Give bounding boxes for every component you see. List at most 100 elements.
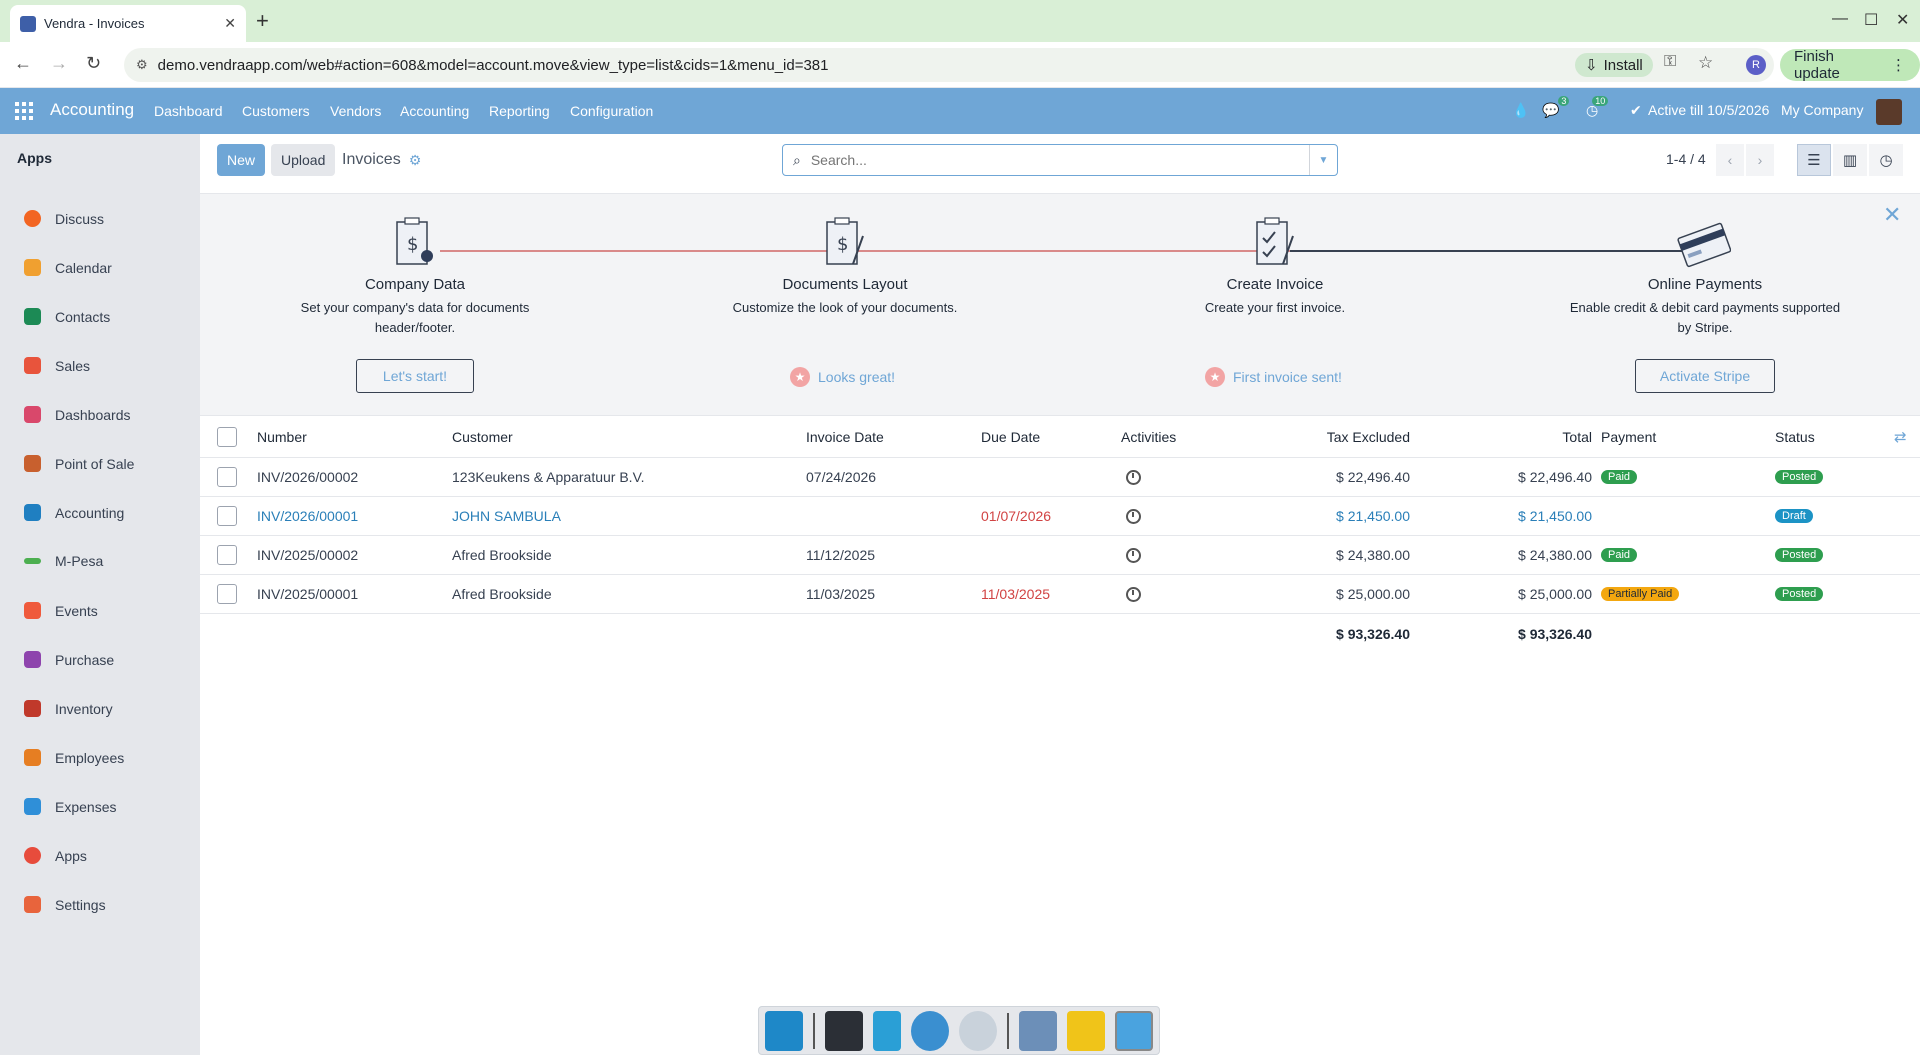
sidebar-item-label: Dashboards xyxy=(55,406,131,423)
first-invoice-sent-link[interactable]: ★ First invoice sent! xyxy=(1205,367,1342,387)
select-all-checkbox[interactable] xyxy=(217,426,237,447)
close-window-icon[interactable]: ✕ xyxy=(1896,10,1909,30)
activate-stripe-button[interactable]: Activate Stripe xyxy=(1635,359,1775,393)
back-icon[interactable]: ← xyxy=(14,53,32,74)
looks-great-link[interactable]: ★ Looks great! xyxy=(790,367,895,387)
table-row[interactable]: INV/2026/00002 123Keukens & Apparatuur B… xyxy=(200,458,1920,497)
droplet-icon[interactable]: 💧 xyxy=(1512,102,1529,119)
desktop-app-icon[interactable] xyxy=(765,1010,803,1051)
bookmark-star-icon[interactable]: ☆ xyxy=(1698,53,1713,73)
table-row[interactable]: INV/2026/00001 JOHN SAMBULA 01/07/2026 $… xyxy=(200,497,1920,536)
browser-tab[interactable]: Vendra - Invoices ✕ xyxy=(10,5,246,42)
forward-icon[interactable]: → xyxy=(50,53,68,74)
payment-badge: Paid xyxy=(1601,470,1638,484)
site-info-icon[interactable]: ⚙ xyxy=(136,57,148,73)
row-checkbox[interactable] xyxy=(217,506,237,526)
column-tax-excluded[interactable]: Tax Excluded xyxy=(1280,416,1410,457)
tax-excluded: $ 22,496.40 xyxy=(1336,469,1410,485)
sidebar-item-label: Employees xyxy=(55,749,125,766)
menu-dashboard[interactable]: Dashboard xyxy=(154,103,223,119)
invoice-number: INV/2026/00002 xyxy=(257,469,359,485)
sidebar-item-employees[interactable]: Employees xyxy=(24,749,124,766)
key-icon[interactable]: ⚿ xyxy=(1664,53,1676,71)
optional-columns-icon[interactable]: ⇄ xyxy=(1894,416,1907,457)
column-activities[interactable]: Activities xyxy=(1121,416,1176,457)
sidebar-item-events[interactable]: Events xyxy=(24,602,98,619)
sidebar-item-m-pesa[interactable]: M-Pesa xyxy=(24,553,103,569)
user-avatar[interactable] xyxy=(1876,99,1902,125)
new-button[interactable]: New xyxy=(217,144,266,176)
kanban-view-icon[interactable]: ▥ xyxy=(1833,144,1867,176)
upload-button[interactable]: Upload xyxy=(271,144,336,176)
company-switcher[interactable]: My Company xyxy=(1781,102,1863,118)
pager-previous-icon[interactable]: ‹ xyxy=(1716,144,1744,176)
sidebar-item-calendar[interactable]: Calendar xyxy=(24,259,112,276)
sidebar-item-settings[interactable]: Settings xyxy=(24,896,106,913)
sidebar-item-sales[interactable]: Sales xyxy=(24,357,90,374)
reload-icon[interactable]: ↻ xyxy=(86,53,101,74)
activity-clock-icon[interactable] xyxy=(1126,508,1141,524)
menu-vendors[interactable]: Vendors xyxy=(330,103,381,119)
magnifier-icon[interactable] xyxy=(959,1010,998,1051)
app-brand[interactable]: Accounting xyxy=(50,100,134,120)
terminal-icon[interactable] xyxy=(824,1010,863,1051)
lets-start-button[interactable]: Let's start! xyxy=(356,359,474,393)
sidebar-item-accounting[interactable]: Accounting xyxy=(24,504,124,521)
chat-badge: 3 xyxy=(1558,96,1570,106)
search-input[interactable] xyxy=(810,152,1291,168)
yellow-folder-icon[interactable] xyxy=(1066,1010,1105,1051)
install-button[interactable]: ⇩ Install xyxy=(1575,53,1653,77)
row-checkbox[interactable] xyxy=(217,467,237,487)
app-menu-grid-icon[interactable] xyxy=(15,102,33,120)
table-row[interactable]: INV/2025/00002 Afred Brookside 11/12/202… xyxy=(200,536,1920,575)
column-due-date[interactable]: Due Date xyxy=(981,416,1040,457)
activity-clock-icon[interactable] xyxy=(1126,547,1141,563)
pager-next-icon[interactable]: › xyxy=(1746,144,1774,176)
activity-clock-icon[interactable] xyxy=(1126,586,1141,602)
sidebar-item-point-of-sale[interactable]: Point of Sale xyxy=(24,455,134,472)
menu-customers[interactable]: Customers xyxy=(242,103,310,119)
sidebar-item-contacts[interactable]: Contacts xyxy=(24,308,110,325)
sidebar-item-expenses[interactable]: Expenses xyxy=(24,798,116,815)
list-view-icon[interactable]: ☰ xyxy=(1797,144,1831,176)
row-checkbox[interactable] xyxy=(217,545,237,565)
table-row[interactable]: INV/2025/00001 Afred Brookside 11/03/202… xyxy=(200,575,1920,614)
menu-accounting[interactable]: Accounting xyxy=(400,103,469,119)
new-tab-icon[interactable]: + xyxy=(256,8,269,34)
gear-icon[interactable]: ⚙ xyxy=(409,152,422,169)
profile-avatar[interactable]: R xyxy=(1746,55,1766,75)
close-onboarding-icon[interactable]: ✕ xyxy=(1883,202,1901,228)
close-tab-icon[interactable]: ✕ xyxy=(224,15,236,32)
finish-update-button[interactable]: Finish update ⋮ xyxy=(1780,48,1920,82)
table-header: Number Customer Invoice Date Due Date Ac… xyxy=(200,416,1920,458)
row-checkbox[interactable] xyxy=(217,584,237,604)
menu-configuration[interactable]: Configuration xyxy=(570,103,653,119)
chat-icon[interactable]: 💬 3 xyxy=(1542,96,1570,119)
browser-globe-icon[interactable] xyxy=(911,1010,950,1051)
sidebar-item-dashboards[interactable]: Dashboards xyxy=(24,406,131,423)
sidebar-item-discuss[interactable]: Discuss xyxy=(24,210,104,227)
remote-desktop-icon[interactable] xyxy=(1114,1010,1153,1051)
step-description: Set your company's data for documents he… xyxy=(300,300,530,335)
file-cabinet-icon[interactable] xyxy=(872,1010,902,1051)
sidebar-item-inventory[interactable]: Inventory xyxy=(24,700,113,717)
maximize-icon[interactable]: ☐ xyxy=(1864,10,1878,30)
column-number[interactable]: Number xyxy=(257,416,307,457)
column-total[interactable]: Total xyxy=(1430,416,1592,457)
activity-view-icon[interactable]: ◷ xyxy=(1869,144,1903,176)
activity-clock-icon[interactable] xyxy=(1126,469,1141,485)
menu-reporting[interactable]: Reporting xyxy=(489,103,550,119)
column-payment[interactable]: Payment xyxy=(1601,416,1656,457)
settings-icon xyxy=(24,896,41,913)
column-invoice-date[interactable]: Invoice Date xyxy=(806,416,884,457)
column-status[interactable]: Status xyxy=(1775,416,1815,457)
pager-value[interactable]: 1-4 / 4 xyxy=(1666,151,1706,167)
minimize-icon[interactable]: — xyxy=(1832,10,1848,28)
sidebar-item-apps[interactable]: Apps xyxy=(24,847,87,864)
column-customer[interactable]: Customer xyxy=(452,416,513,457)
folder-icon[interactable] xyxy=(1018,1010,1057,1051)
activity-clock-icon[interactable]: ◷ 10 xyxy=(1586,96,1609,119)
search-options-dropdown-icon[interactable]: ▼ xyxy=(1309,145,1337,175)
sidebar-item-purchase[interactable]: Purchase xyxy=(24,651,114,668)
url-field[interactable]: ⚙ demo.vendraapp.com/web#action=608&mode… xyxy=(124,48,1774,82)
